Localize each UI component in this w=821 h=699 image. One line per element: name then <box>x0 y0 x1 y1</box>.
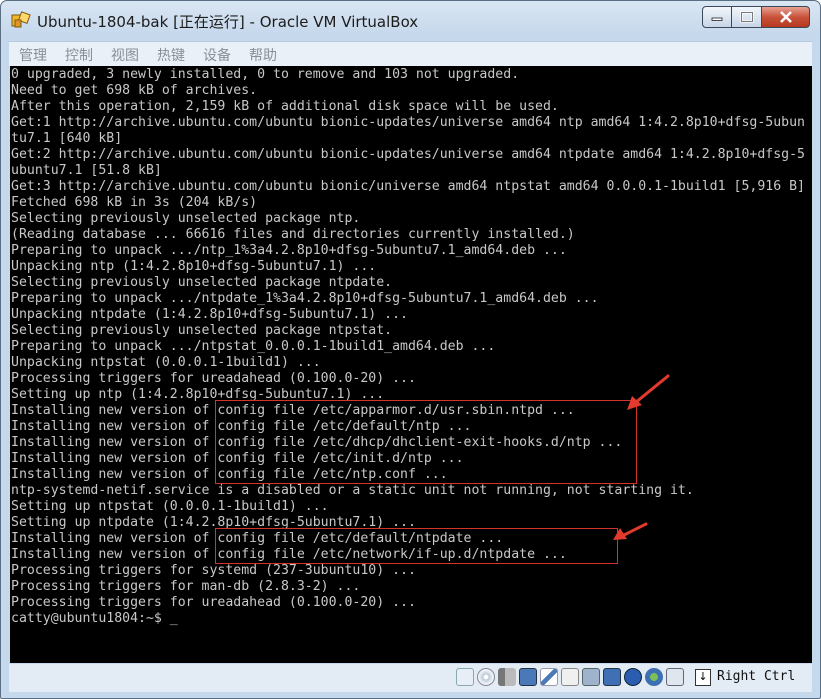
network-icon[interactable] <box>519 668 537 686</box>
usb-icon[interactable] <box>540 668 558 686</box>
terminal-line: ubuntu7.1 [51.8 kB] <box>11 163 162 178</box>
terminal-line: Fetched 698 kB in 3s (204 kB/s) <box>11 195 258 210</box>
title-bar[interactable]: Ubuntu-1804-bak [正在运行] - Oracle VM Virtu… <box>1 1 820 39</box>
terminal-line: Preparing to unpack .../ntp_1%3a4.2.8p10… <box>11 243 567 258</box>
terminal-line: Get:2 http://archive.ubuntu.com/ubuntu b… <box>11 147 805 162</box>
virtualbox-window: Ubuntu-1804-bak [正在运行] - Oracle VM Virtu… <box>0 0 821 699</box>
menu-bar: 管理 控制 视图 热键 设备 帮助 <box>9 41 812 66</box>
minimize-button[interactable] <box>702 6 732 28</box>
highlight-box-ntpdate-config <box>215 528 618 564</box>
terminal-line: (Reading database ... 66616 files and di… <box>11 227 575 242</box>
terminal-line: Processing triggers for systemd (237-3ub… <box>11 563 416 578</box>
mouse-integration-icon[interactable] <box>666 668 684 686</box>
menu-item-devices[interactable]: 设备 <box>203 45 231 65</box>
terminal-line: tu7.1 [640 kB] <box>11 131 123 146</box>
terminal-line: Get:1 http://archive.ubuntu.com/ubuntu b… <box>11 115 805 130</box>
video-capture-icon[interactable] <box>603 668 621 686</box>
annotation-arrow-icon <box>613 522 648 540</box>
shared-folders-icon[interactable] <box>561 668 579 686</box>
terminal-line: Preparing to unpack .../ntpstat_0.0.0.1-… <box>11 339 496 354</box>
terminal-line: Unpacking ntpstat (0.0.0.1-1build1) ... <box>11 355 321 370</box>
terminal-line: 0 upgraded, 3 newly installed, 0 to remo… <box>11 67 520 82</box>
terminal-line: Get:3 http://archive.ubuntu.com/ubuntu b… <box>11 179 805 194</box>
audio-icon[interactable] <box>498 668 516 686</box>
terminal-line: Need to get 698 kB of archives. <box>11 83 258 98</box>
menu-item-view[interactable]: 视图 <box>111 45 139 65</box>
minimize-icon <box>711 17 723 21</box>
terminal-line: Selecting previously unselected package … <box>11 275 393 290</box>
annotation-arrow-icon <box>627 374 670 410</box>
menu-item-hotkeys[interactable]: 热键 <box>157 45 185 65</box>
highlight-box-ntp-config <box>215 400 637 484</box>
terminal-line: Selecting previously unselected package … <box>11 211 361 226</box>
close-icon <box>779 11 792 23</box>
vm-console[interactable]: 0 upgraded, 3 newly installed, 0 to remo… <box>10 66 812 663</box>
menu-item-help[interactable]: 帮助 <box>249 45 277 65</box>
terminal-prompt-line: catty@ubuntu1804:~$ _ <box>11 611 178 626</box>
terminal-line: Processing triggers for man-db (2.8.3-2)… <box>11 579 361 594</box>
hard-disk-icon[interactable] <box>456 668 474 686</box>
menu-item-manage[interactable]: 管理 <box>19 45 47 65</box>
terminal-line: Setting up ntpstat (0.0.0.1-1build1) ... <box>11 499 329 514</box>
terminal-line: Preparing to unpack .../ntpdate_1%3a4.2.… <box>11 291 599 306</box>
terminal-line: After this operation, 2,159 kB of additi… <box>11 99 559 114</box>
window-title: Ubuntu-1804-bak [正在运行] - Oracle VM Virtu… <box>37 13 419 31</box>
status-bar: ↓ Right Ctrl <box>9 664 812 692</box>
guest-additions-icon[interactable] <box>624 668 642 686</box>
window-controls <box>702 6 810 28</box>
terminal-line: Unpacking ntpdate (1:4.2.8p10+dfsg-5ubun… <box>11 307 408 322</box>
terminal-line: Unpacking ntp (1:4.2.8p10+dfsg-5ubuntu7.… <box>11 259 377 274</box>
display-icon[interactable] <box>582 668 600 686</box>
maximize-button[interactable] <box>732 6 762 28</box>
close-button[interactable] <box>762 6 810 28</box>
host-key-label: Right Ctrl <box>717 669 796 684</box>
terminal-line: Processing triggers for ureadahead (0.10… <box>11 595 416 610</box>
host-key-icon: ↓ <box>695 669 711 686</box>
cpu-icon[interactable] <box>645 668 663 686</box>
device-tray <box>456 668 684 686</box>
maximize-icon <box>739 11 754 23</box>
menu-item-control[interactable]: 控制 <box>65 45 93 65</box>
terminal-line: ntp-systemd-netif.service is a disabled … <box>11 483 694 498</box>
optical-drive-icon[interactable] <box>477 668 495 686</box>
terminal-line: Selecting previously unselected package … <box>11 323 393 338</box>
virtualbox-app-icon <box>11 11 31 28</box>
terminal-line: Processing triggers for ureadahead (0.10… <box>11 371 416 386</box>
